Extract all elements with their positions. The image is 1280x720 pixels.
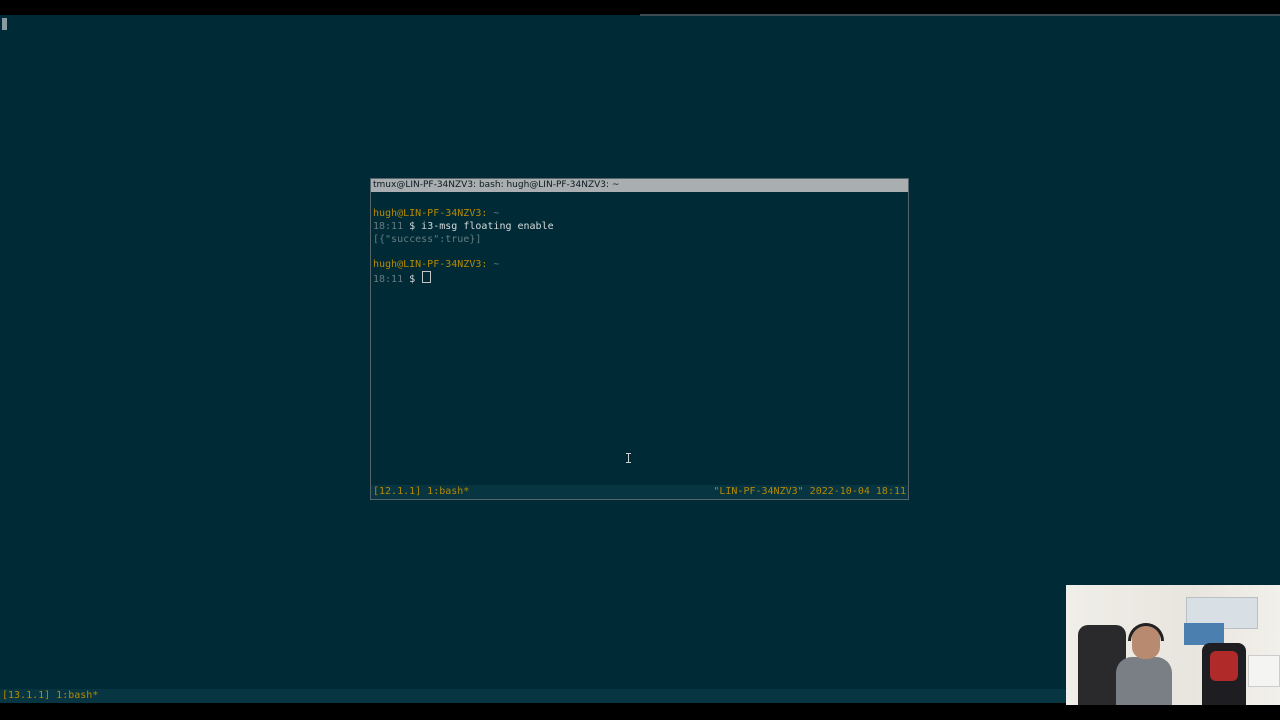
prompt-path: ~ xyxy=(487,259,500,270)
bottom-status-left[interactable]: [13.1.1] 1:bash* xyxy=(2,689,98,703)
webcam-radiator xyxy=(1248,655,1280,687)
prompt-user-host: hugh@LIN-PF-34NZV3: xyxy=(373,259,488,270)
tmux-status-bar: [12.1.1] 1:bash* "LIN-PF-34NZV3" 2022-10… xyxy=(371,485,908,499)
command-text: i3-msg floating enable xyxy=(421,221,554,232)
headset-icon xyxy=(1128,623,1164,641)
window-titlebar[interactable]: tmux@LIN-PF-34NZV3: bash: hugh@LIN-PF-34… xyxy=(371,179,908,192)
prompt-path: ~ xyxy=(487,208,500,219)
webcam-person xyxy=(1116,623,1172,705)
prompt-time: 18:11 xyxy=(373,274,404,285)
terminal-line-4: hugh@LIN-PF-34NZV3: ~ xyxy=(373,258,499,271)
terminal-line-2: 18:11 $ i3-msg floating enable xyxy=(373,220,554,233)
webcam-chair-accent xyxy=(1210,651,1238,681)
webcam-overlay xyxy=(1066,585,1280,705)
prompt-symbol: $ xyxy=(403,221,422,232)
prompt-time: 18:11 xyxy=(373,221,404,232)
background-cursor-icon xyxy=(2,18,7,30)
webcam-person-body xyxy=(1116,657,1172,705)
prompt-user-host: hugh@LIN-PF-34NZV3: xyxy=(373,208,488,219)
command-output: [{"success":true}] xyxy=(373,234,482,245)
tmux-status-left[interactable]: [12.1.1] 1:bash* xyxy=(373,485,469,499)
block-cursor-icon xyxy=(422,271,432,283)
terminal-line-1: hugh@LIN-PF-34NZV3: ~ xyxy=(373,207,499,220)
ibeam-cursor-icon xyxy=(626,453,631,463)
desktop: tmux@LIN-PF-34NZV3: bash: hugh@LIN-PF-34… xyxy=(0,0,1280,720)
webcam-poster xyxy=(1184,623,1224,645)
tmux-status-right: "LIN-PF-34NZV3" 2022-10-04 18:11 xyxy=(713,486,906,497)
prompt-symbol: $ xyxy=(403,274,422,285)
terminal-line-5[interactable]: 18:11 $ xyxy=(373,271,432,286)
bottom-bar xyxy=(0,703,1280,720)
top-bar xyxy=(0,0,1280,15)
terminal-window[interactable]: tmux@LIN-PF-34NZV3: bash: hugh@LIN-PF-34… xyxy=(370,178,909,500)
top-bar-divider xyxy=(640,14,1280,16)
